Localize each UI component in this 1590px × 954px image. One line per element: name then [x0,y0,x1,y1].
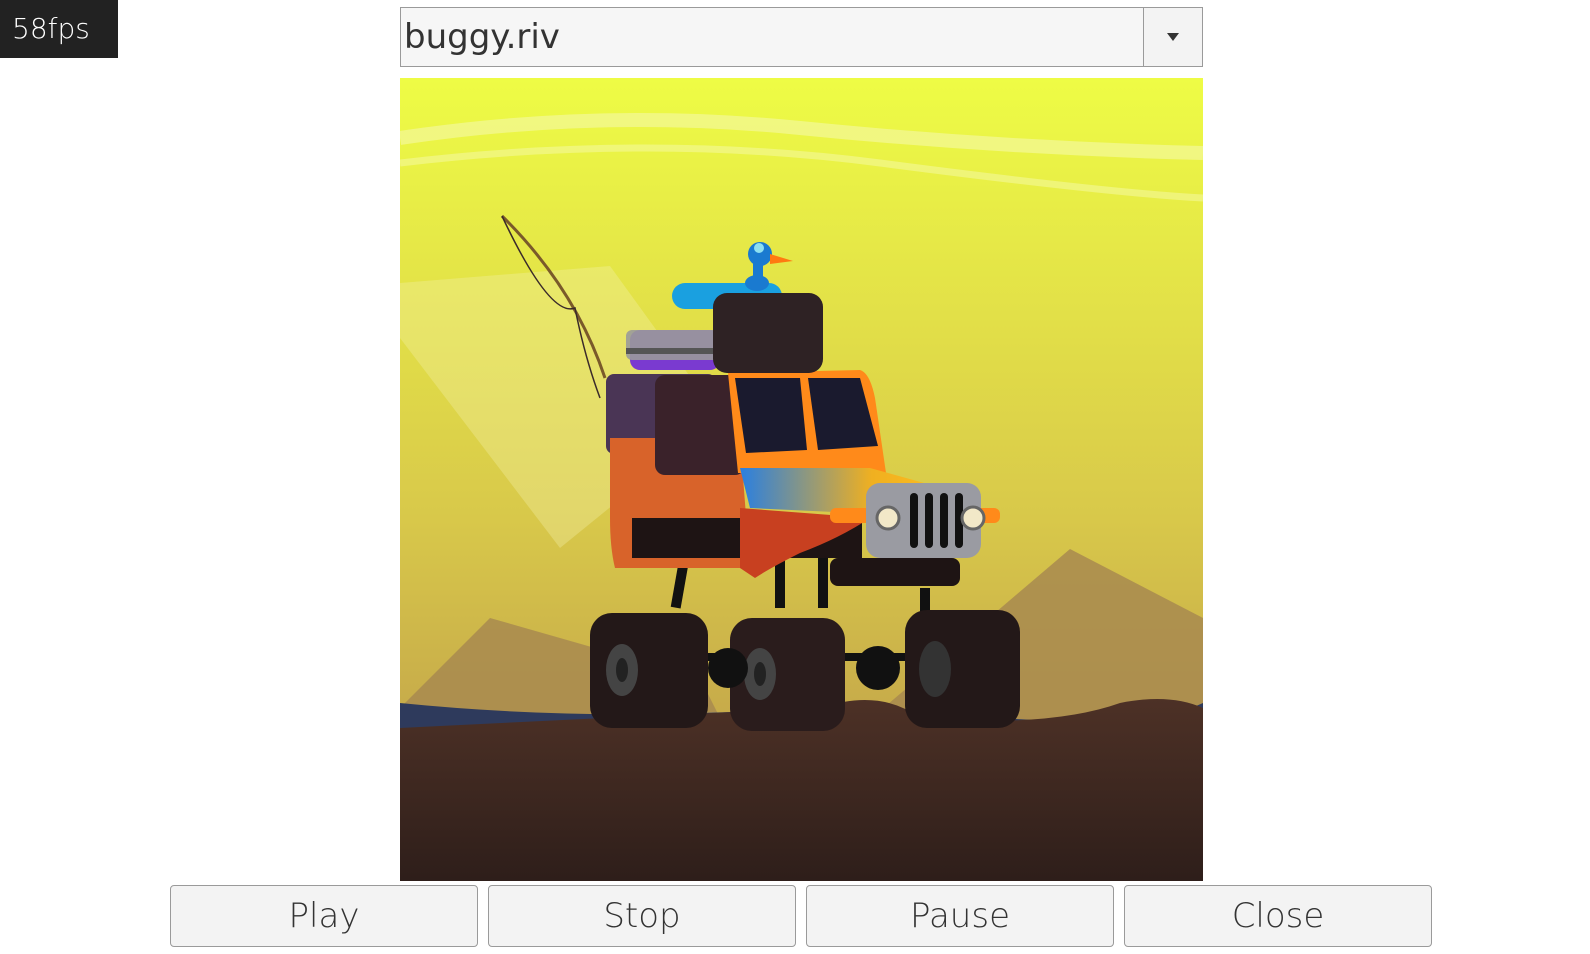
windshield [735,378,807,453]
headlight [875,505,901,531]
hub [708,648,748,688]
fps-counter: 58fps [0,0,118,58]
file-select-value: buggy.riv [404,17,560,57]
roof-rack [626,330,726,360]
chevron-down-icon [1167,33,1179,41]
animation-canvas[interactable] [400,78,1203,881]
play-button[interactable]: Play [170,885,478,947]
wheel-rear-left [590,613,708,728]
playback-controls: Play Stop Pause Close [170,885,1432,947]
wheel-front [905,610,1020,728]
grille-slot [940,493,948,548]
chassis [830,558,960,586]
roof-box [713,293,823,373]
headlight [960,505,986,531]
dropdown-toggle[interactable] [1143,8,1202,66]
duck-eye [754,243,764,253]
grille-slot [925,493,933,548]
close-button[interactable]: Close [1124,885,1432,947]
file-select[interactable]: buggy.riv [400,7,1203,67]
stop-button[interactable]: Stop [488,885,796,947]
hub [856,646,900,690]
pause-button[interactable]: Pause [806,885,1114,947]
grille-slot [910,493,918,548]
wheel-rear-right [730,618,845,731]
buggy-scene [400,78,1203,881]
duck-neck [753,256,763,281]
suspension-rod [775,558,785,608]
